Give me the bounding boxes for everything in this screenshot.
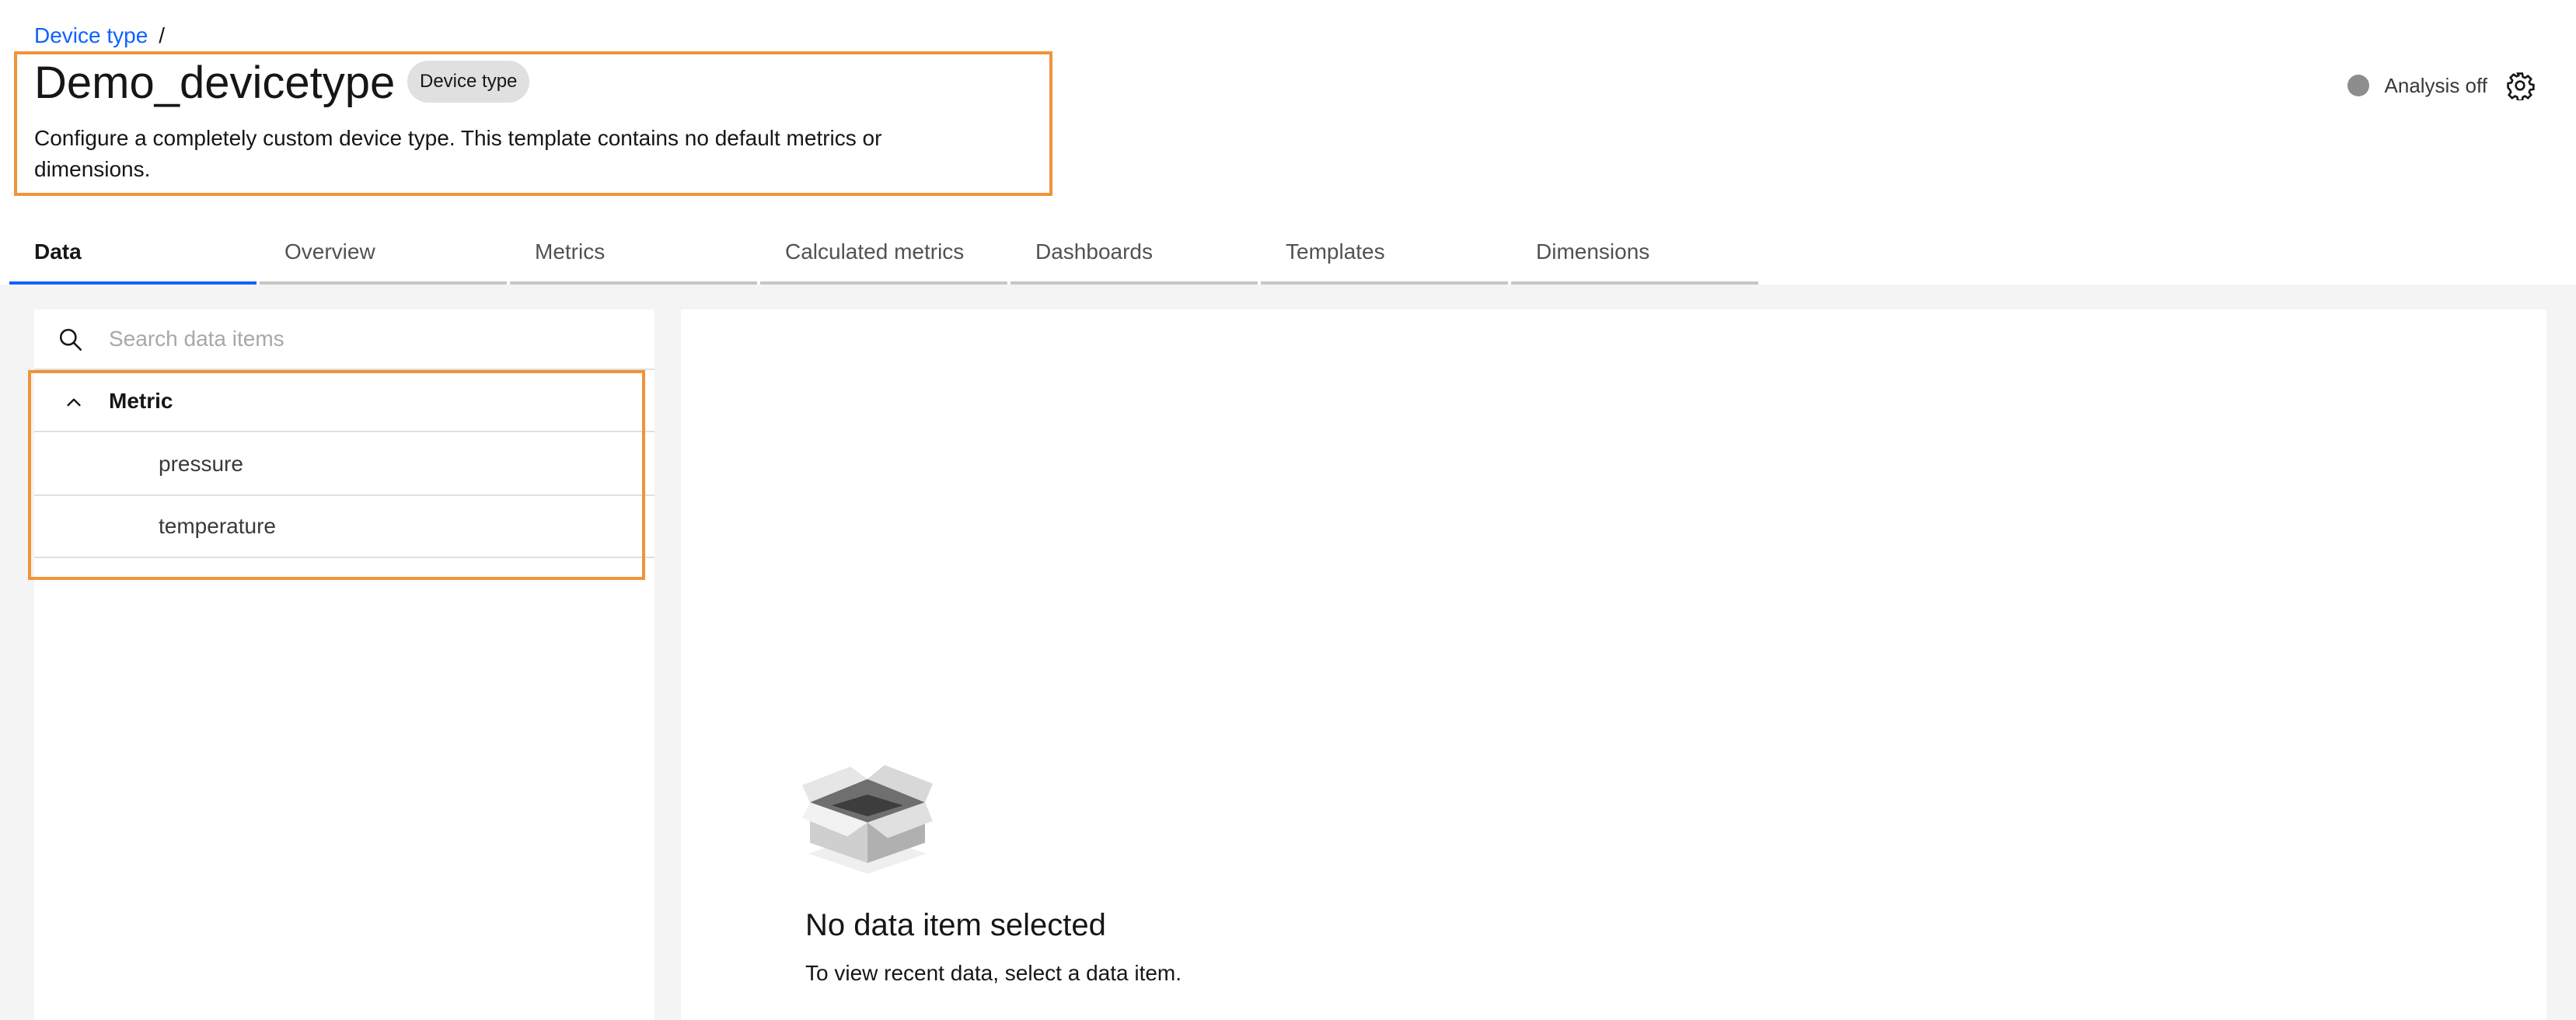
gear-icon: [2507, 72, 2535, 100]
tab-metrics[interactable]: Metrics: [510, 230, 757, 285]
analysis-status-label: Analysis off: [2384, 73, 2487, 97]
tab-data[interactable]: Data: [9, 230, 257, 285]
search-icon: [59, 328, 82, 351]
tab-dashboards[interactable]: Dashboards: [1011, 230, 1258, 285]
page-description: Configure a completely custom device typ…: [34, 126, 882, 181]
settings-button[interactable]: [2504, 70, 2536, 101]
breadcrumb: Device type /: [34, 20, 165, 51]
tab-overview[interactable]: Overview: [260, 230, 507, 285]
empty-box-icon: [802, 765, 933, 874]
page-title: Demo_devicetype: [34, 58, 396, 108]
empty-state-title: No data item selected: [805, 908, 1106, 942]
data-list-highlight-box: [28, 370, 645, 580]
tab-calculated-metrics[interactable]: Calculated metrics: [760, 230, 1007, 285]
tab-bar: Data Overview Metrics Calculated metrics…: [9, 230, 1761, 285]
data-detail-panel: No data item selected To view recent dat…: [681, 309, 2546, 1020]
breadcrumb-separator: /: [159, 23, 166, 47]
tab-templates[interactable]: Templates: [1261, 230, 1508, 285]
device-type-tag: Device type: [407, 61, 530, 103]
search-input[interactable]: [109, 316, 637, 362]
status-dot-icon: [2347, 75, 2369, 96]
analysis-status: Analysis off: [2347, 68, 2536, 103]
breadcrumb-link-device-type[interactable]: Device type: [34, 23, 148, 48]
search-bar: [34, 309, 654, 370]
empty-state-description: To view recent data, select a data item.: [805, 961, 1182, 985]
tab-dimensions[interactable]: Dimensions: [1511, 230, 1758, 285]
